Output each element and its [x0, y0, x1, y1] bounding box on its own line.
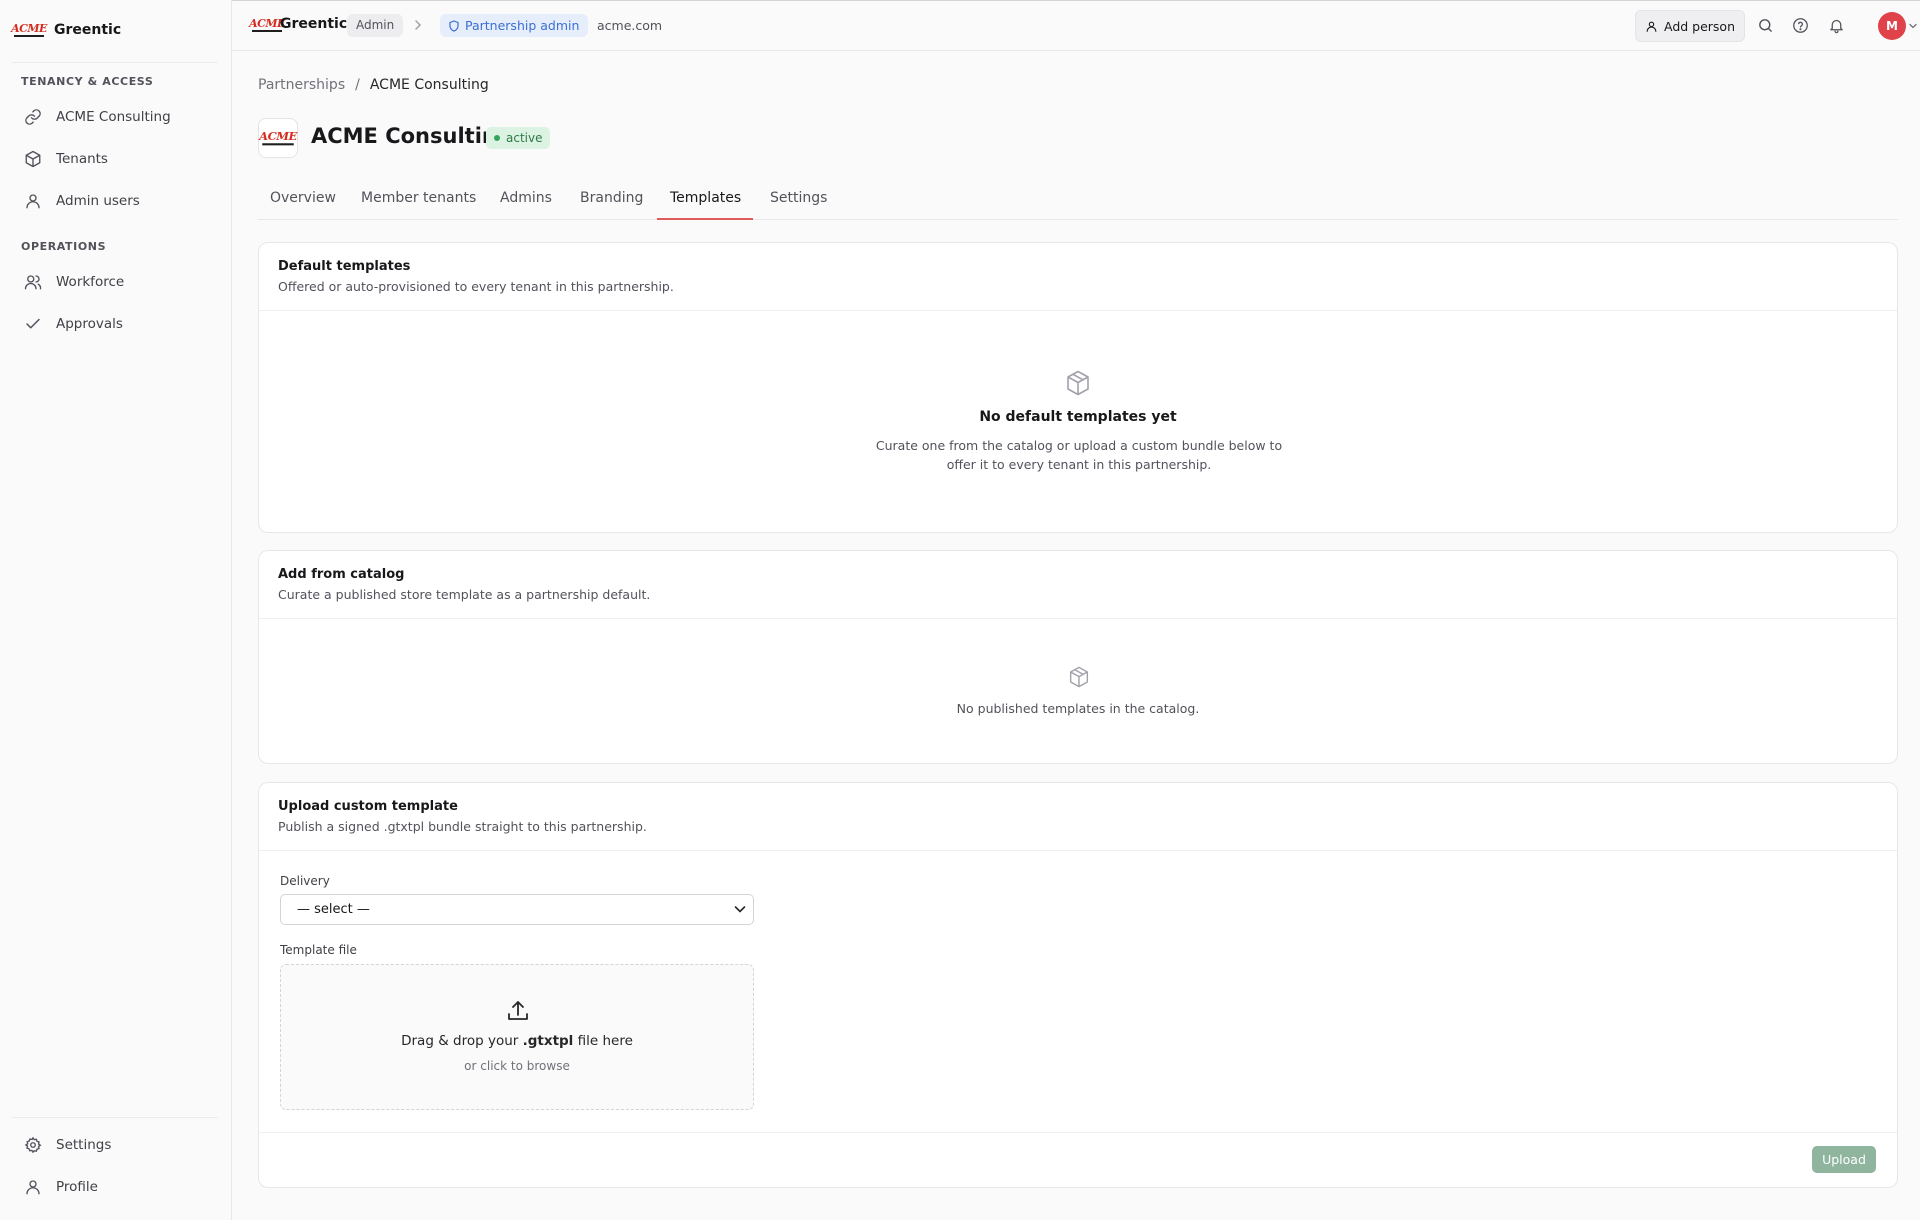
tab-branding[interactable]: Branding: [580, 190, 643, 206]
add-person-button[interactable]: Add person: [1635, 10, 1745, 42]
file-dropzone[interactable]: Drag & drop your .gtxtpl file here or cl…: [280, 964, 754, 1110]
card-subtitle: Publish a signed .gtxtpl bundle straight…: [278, 819, 647, 834]
chevron-down-icon: [734, 906, 746, 913]
tab-settings[interactable]: Settings: [770, 190, 827, 206]
tab-admins[interactable]: Admins: [500, 190, 552, 206]
delivery-select-value: — select —: [297, 902, 370, 917]
empty-state-title: No default templates yet: [979, 409, 1177, 425]
user-icon: [26, 1180, 40, 1195]
tab-member-tenants[interactable]: Member tenants: [361, 190, 476, 206]
sidebar-item-label: Approvals: [56, 316, 123, 332]
acme-logo: ACME: [249, 17, 285, 32]
template-file-label: Template file: [280, 943, 357, 957]
topbar: ACME Greentic Admin Partnership admin ac…: [232, 0, 1920, 51]
breadcrumb: Partnerships / ACME Consulting: [258, 77, 489, 93]
card-title: Default templates: [278, 259, 411, 274]
brand-name: Greentic: [54, 22, 122, 38]
default-templates-card: Default templates Offered or auto-provis…: [258, 242, 1898, 533]
upload-template-card: Upload custom template Publish a signed …: [258, 782, 1898, 1188]
card-subtitle: Offered or auto-provisioned to every ten…: [278, 279, 674, 294]
search-icon[interactable]: [1757, 17, 1774, 34]
sidebar-item-approvals[interactable]: Approvals: [20, 307, 220, 341]
breadcrumb-current: ACME Consulting: [369, 77, 489, 93]
empty-state-text: No published templates in the catalog.: [956, 701, 1200, 716]
link-icon: [25, 109, 41, 125]
empty-state-description: Curate one from the catalog or upload a …: [875, 438, 1283, 472]
dropzone-browse-hint: or click to browse: [464, 1059, 570, 1073]
sidebar-item-label: Profile: [56, 1179, 98, 1195]
sidebar-item-profile[interactable]: Profile: [20, 1170, 220, 1204]
delivery-select[interactable]: — select —: [280, 894, 754, 925]
delivery-label: Delivery: [280, 874, 330, 888]
upload-button[interactable]: Upload: [1812, 1146, 1876, 1173]
box-icon: [25, 150, 41, 168]
user-icon: [1646, 21, 1657, 32]
chevron-right-icon: [415, 20, 422, 30]
sidebar-section-tenancy: TENANCY & ACCESS: [21, 75, 154, 88]
sidebar-item-label: Tenants: [56, 151, 108, 167]
breadcrumb-separator: /: [355, 77, 360, 93]
bell-icon[interactable]: [1828, 17, 1845, 34]
role-badge: Admin: [347, 14, 404, 37]
status-badge: active: [486, 127, 551, 149]
gear-icon: [24, 1136, 42, 1154]
chevron-down-icon[interactable]: [1909, 22, 1917, 30]
sidebar-item-label: ACME Consulting: [56, 109, 171, 125]
card-title: Upload custom template: [278, 799, 458, 814]
brand[interactable]: ACME Greentic: [11, 18, 122, 42]
shield-icon: [449, 19, 459, 32]
status-dot-icon: [494, 135, 500, 141]
card-subtitle: Curate a published store template as a p…: [278, 587, 651, 602]
help-icon[interactable]: [1792, 17, 1809, 34]
acme-logo: ACME: [11, 22, 47, 37]
partner-logo: ACME: [258, 118, 298, 158]
sidebar: ACME Greentic TENANCY & ACCESS ACME Cons…: [0, 0, 232, 1220]
domain-label: acme.com: [597, 18, 663, 33]
sidebar-item-workforce[interactable]: Workforce: [20, 265, 220, 299]
upload-icon: [508, 1001, 528, 1020]
package-icon: [1069, 666, 1089, 688]
sidebar-item-acme-consulting[interactable]: ACME Consulting: [20, 100, 220, 134]
check-icon: [26, 318, 40, 329]
tab-overview[interactable]: Overview: [270, 190, 336, 206]
catalog-card: Add from catalog Curate a published stor…: [258, 550, 1898, 764]
dropzone-text: Drag & drop your .gtxtpl file here: [401, 1033, 633, 1049]
sidebar-section-operations: OPERATIONS: [21, 240, 107, 253]
sidebar-item-label: Settings: [56, 1137, 112, 1153]
tab-bar: Overview Member tenants Admins Branding …: [258, 180, 1898, 220]
sidebar-item-tenants[interactable]: Tenants: [20, 142, 220, 176]
active-tab-indicator: [657, 218, 753, 220]
sidebar-item-label: Admin users: [56, 193, 140, 209]
package-icon: [1067, 370, 1089, 396]
topbar-brand[interactable]: Greentic: [280, 16, 347, 32]
users-icon: [24, 275, 42, 290]
sidebar-item-settings[interactable]: Settings: [20, 1128, 220, 1162]
page-title: ACME Consulting: [311, 124, 512, 148]
breadcrumb-link-partnerships[interactable]: Partnerships: [258, 77, 345, 93]
context-badge[interactable]: Partnership admin: [440, 14, 589, 37]
sidebar-item-label: Workforce: [56, 274, 125, 290]
card-title: Add from catalog: [278, 567, 405, 582]
sidebar-item-admin-users[interactable]: Admin users: [20, 184, 220, 218]
avatar[interactable]: M: [1878, 12, 1906, 40]
user-icon: [26, 194, 40, 209]
tab-templates[interactable]: Templates: [670, 190, 741, 206]
